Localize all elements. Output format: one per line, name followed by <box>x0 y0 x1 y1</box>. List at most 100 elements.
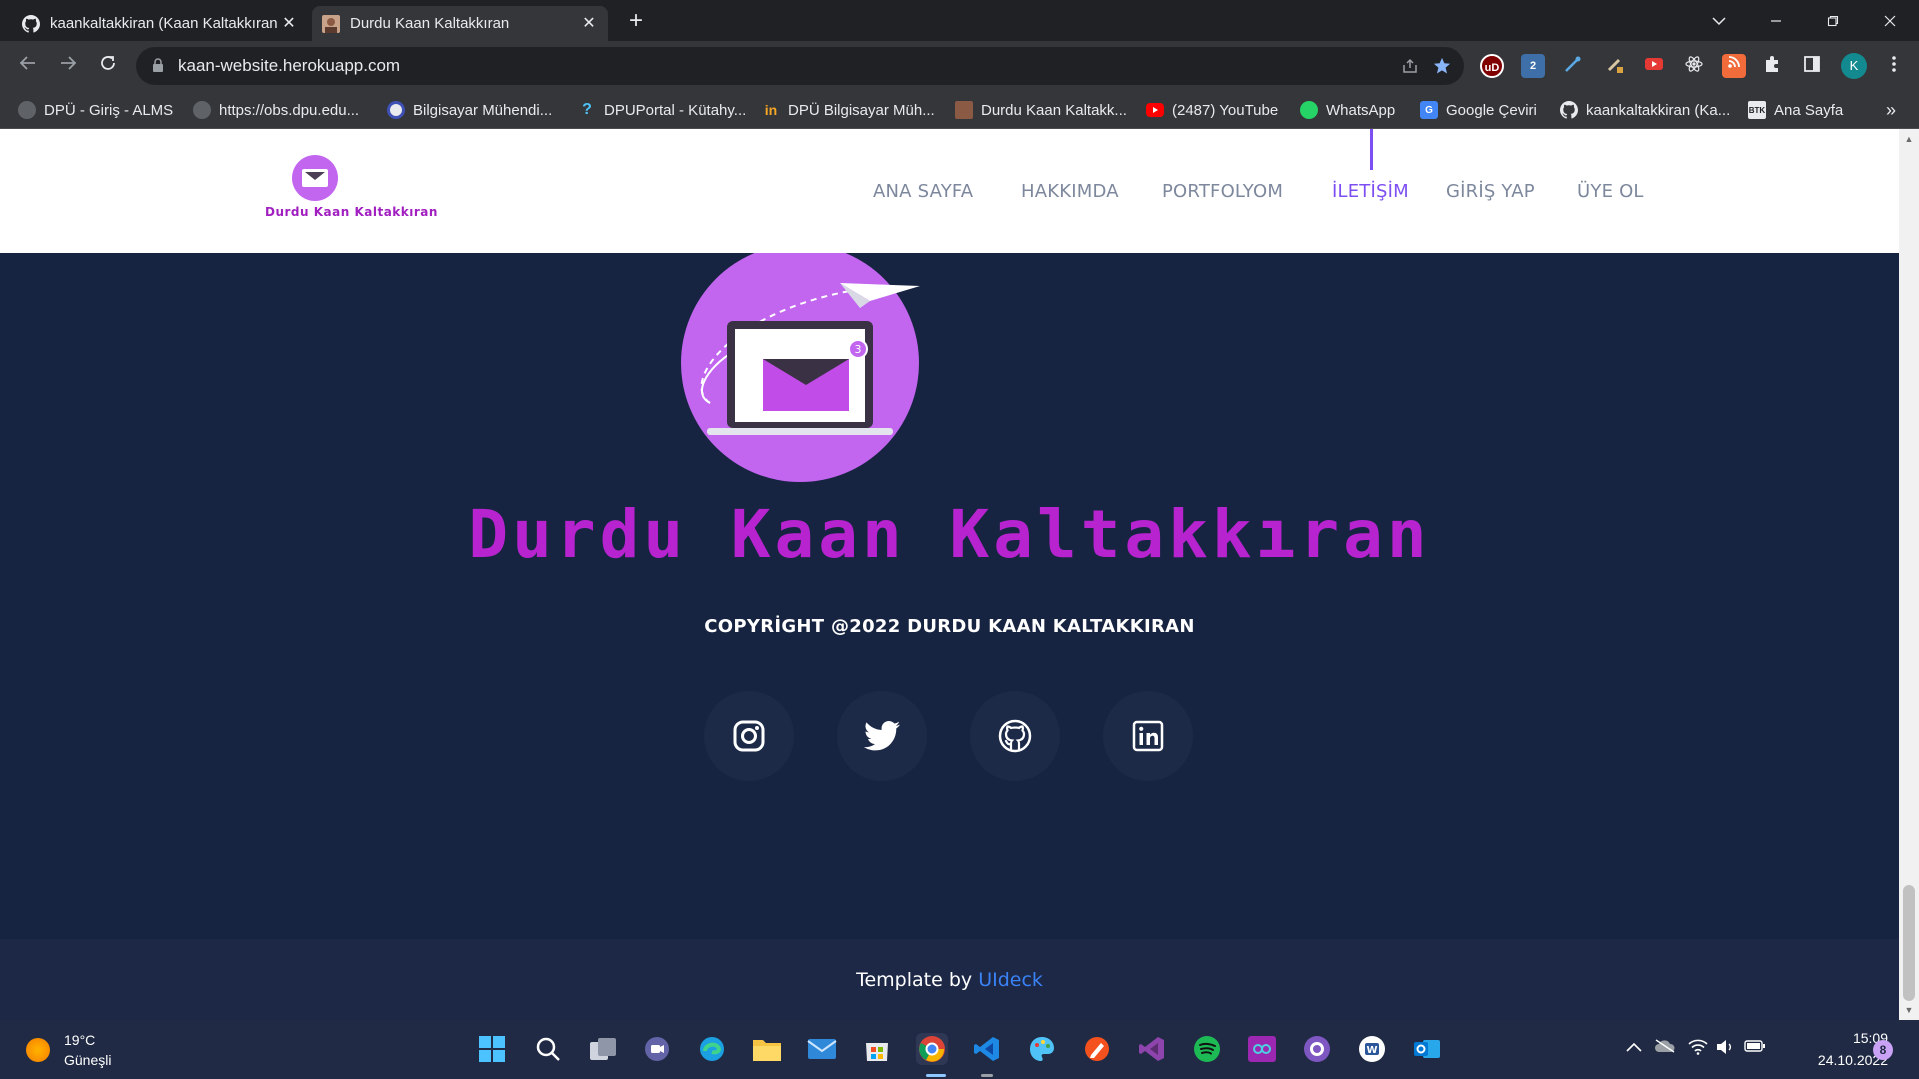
restore-icon[interactable] <box>1810 0 1856 41</box>
edge-icon[interactable] <box>696 1033 728 1065</box>
task-view-icon[interactable] <box>587 1033 619 1065</box>
bookmark-dpu-alms[interactable]: DPÜ - Giriş - ALMS <box>18 99 173 121</box>
address-bar[interactable]: kaan-website.herokuapp.com <box>136 47 1464 85</box>
scrollbar-thumb[interactable] <box>1903 885 1915 1001</box>
bookmark-star-icon[interactable] <box>1432 57 1452 77</box>
tab-search-icon[interactable] <box>1696 0 1742 41</box>
search-icon[interactable] <box>532 1033 564 1065</box>
onedrive-icon[interactable] <box>1654 1039 1676 1057</box>
youtube-extension-icon[interactable] <box>1642 54 1666 78</box>
translate-extension-icon[interactable]: 2 <box>1521 54 1545 78</box>
close-icon[interactable]: ✕ <box>280 15 298 33</box>
outlook-icon[interactable] <box>1411 1033 1443 1065</box>
wifi-icon[interactable] <box>1688 1039 1708 1059</box>
tab-title: kaankaltakkiran (Kaan Kaltakkıran <box>50 15 278 32</box>
nav-ana-sayfa[interactable]: ANA SAYFA <box>873 181 973 202</box>
ublock-icon[interactable]: uD <box>1480 54 1504 78</box>
scroll-up-arrow-icon[interactable]: ▲ <box>1899 131 1919 147</box>
bookmark-label: DPÜ - Giriş - ALMS <box>44 101 174 119</box>
bookmark-youtube[interactable]: (2487) YouTube <box>1146 99 1278 121</box>
linkedin-button[interactable] <box>1103 691 1193 781</box>
paint-icon[interactable] <box>1026 1033 1058 1065</box>
bookmark-label: Bilgisayar Mühendi... <box>413 101 553 119</box>
site-footer: Template by UIdeck <box>0 939 1899 1020</box>
scroll-down-arrow-icon[interactable]: ▼ <box>1899 1002 1919 1018</box>
profile-avatar[interactable]: K <box>1841 53 1867 79</box>
uideck-link[interactable]: UIdeck <box>978 969 1043 991</box>
bookmark-dpu-bilgisayar-muh[interactable]: in DPÜ Bilgisayar Müh... <box>762 99 935 121</box>
site-logo[interactable]: Durdu Kaan Kaltakkıran <box>262 155 437 225</box>
translate-icon: G <box>1420 101 1438 119</box>
new-tab-button[interactable]: + <box>622 8 650 36</box>
menu-kebab-icon[interactable] <box>1882 54 1906 78</box>
site-main: 3 Durdu Kaan Kaltakkıran COPYRİGHT @2022… <box>0 253 1899 939</box>
bookmark-google-translate[interactable]: G Google Çeviri <box>1420 99 1537 121</box>
file-explorer-icon[interactable] <box>751 1033 783 1065</box>
youtube-icon <box>1146 101 1164 119</box>
hero-badge: 3 <box>855 343 862 356</box>
bookmarks-overflow-button[interactable]: » <box>1886 99 1896 121</box>
sun-icon[interactable] <box>26 1038 50 1062</box>
vscode-icon[interactable] <box>971 1033 1003 1065</box>
teams-chat-icon[interactable] <box>641 1033 673 1065</box>
github-button[interactable] <box>970 691 1060 781</box>
tray-overflow-chevron-icon[interactable] <box>1626 1039 1642 1056</box>
mail-icon[interactable] <box>806 1033 838 1065</box>
page-scrollbar[interactable]: ▲ ▼ <box>1899 129 1919 1020</box>
weather-description[interactable]: Güneşli <box>64 1052 111 1068</box>
reload-icon[interactable] <box>94 52 122 80</box>
nav-iletisim[interactable]: İLETİŞİM <box>1332 181 1409 202</box>
microsoft-store-icon[interactable] <box>861 1033 893 1065</box>
close-window-icon[interactable] <box>1867 0 1913 41</box>
close-icon[interactable]: ✕ <box>580 15 598 33</box>
nav-uye-ol[interactable]: ÜYE OL <box>1577 181 1644 202</box>
twitter-button[interactable] <box>837 691 927 781</box>
forward-icon[interactable] <box>54 52 82 80</box>
globe-icon <box>18 101 36 119</box>
arduino-icon[interactable] <box>1246 1033 1278 1065</box>
instagram-button[interactable] <box>704 691 794 781</box>
github-desktop-icon[interactable] <box>1301 1033 1333 1065</box>
instagram-icon <box>733 720 765 752</box>
bookmark-ana-sayfa[interactable]: BTK Ana Sayfa <box>1748 99 1843 121</box>
bookmark-label: https://obs.dpu.edu... <box>219 101 360 119</box>
spotify-icon[interactable] <box>1191 1033 1223 1065</box>
nav-hakkimda[interactable]: HAKKIMDA <box>1021 181 1119 202</box>
question-icon: ? <box>582 101 592 118</box>
copyright-text: COPYRİGHT @2022 DURDU KAAN KALTAKKIRAN <box>704 616 1195 637</box>
weather-temperature[interactable]: 19°C <box>64 1032 95 1048</box>
windows-start-icon[interactable] <box>476 1033 508 1065</box>
side-panel-icon[interactable] <box>1800 54 1824 78</box>
extensions-puzzle-icon[interactable] <box>1760 54 1784 78</box>
visual-studio-icon[interactable] <box>1136 1033 1168 1065</box>
react-devtools-icon[interactable] <box>1682 54 1706 78</box>
volume-icon[interactable] <box>1716 1039 1734 1059</box>
url-text[interactable]: kaan-website.herokuapp.com <box>178 56 400 76</box>
share-icon[interactable] <box>1400 57 1420 77</box>
eyedropper-icon[interactable] <box>1603 54 1627 78</box>
bookmark-durdu-kaan[interactable]: Durdu Kaan Kaltakk... <box>955 99 1127 121</box>
notification-badge[interactable]: 8 <box>1873 1040 1893 1060</box>
bookmark-whatsapp[interactable]: WhatsApp <box>1300 99 1395 121</box>
bookmark-dpuportal[interactable]: ? DPUPortal - Kütahy... <box>578 99 746 121</box>
bookmarks-bar: DPÜ - Giriş - ALMS https://obs.dpu.edu..… <box>0 91 1919 129</box>
bookmark-github[interactable]: kaankaltakkiran (Ka... <box>1560 99 1730 121</box>
minimize-icon[interactable] <box>1753 0 1799 41</box>
nav-giris-yap[interactable]: GİRİŞ YAP <box>1446 181 1535 202</box>
chrome-icon[interactable] <box>916 1033 948 1065</box>
bookmark-label: DPUPortal - Kütahy... <box>604 101 747 119</box>
back-icon[interactable] <box>14 52 42 80</box>
sketch-pen-icon[interactable] <box>1081 1033 1113 1065</box>
nav-portfolyom[interactable]: PORTFOLYOM <box>1162 181 1283 202</box>
tab-title: Durdu Kaan Kaltakkıran <box>350 15 510 32</box>
tab-portfolio[interactable]: Durdu Kaan Kaltakkıran ✕ <box>312 6 608 41</box>
word-icon[interactable]: W <box>1356 1033 1388 1065</box>
battery-icon[interactable] <box>1744 1039 1766 1057</box>
bookmark-obs[interactable]: https://obs.dpu.edu... <box>193 99 359 121</box>
rss-icon[interactable] <box>1722 54 1746 78</box>
footer-credit: Template by UIdeck <box>0 969 1899 991</box>
tools-icon[interactable] <box>1561 54 1585 78</box>
logo-mail-icon <box>292 155 338 201</box>
bookmark-bilgisayar[interactable]: Bilgisayar Mühendi... <box>387 99 552 121</box>
tab-github[interactable]: kaankaltakkiran (Kaan Kaltakkıran ✕ <box>12 6 308 41</box>
